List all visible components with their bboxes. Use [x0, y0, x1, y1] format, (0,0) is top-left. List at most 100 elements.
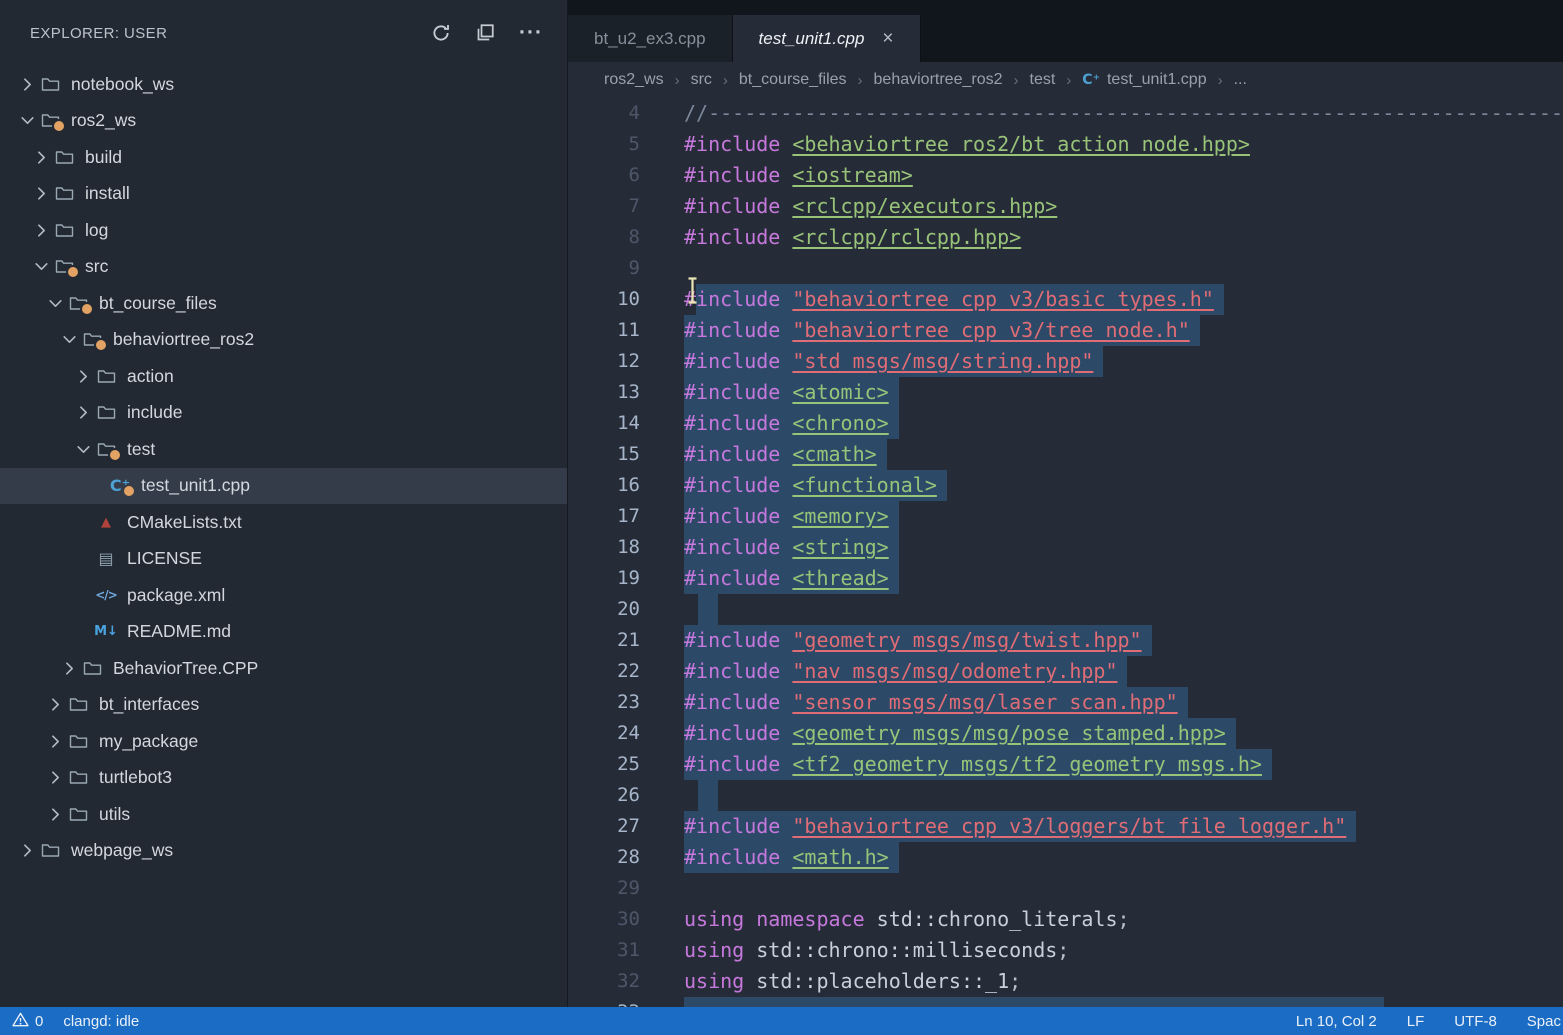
tab-test_unit1.cpp[interactable]: test_unit1.cpp×: [733, 15, 921, 62]
code-line-7[interactable]: 7#include <rclcpp/executors.hpp>: [568, 191, 1563, 222]
code-line-32[interactable]: 32using std::placeholders::_1;: [568, 966, 1563, 997]
chevron-right-icon[interactable]: [30, 149, 52, 166]
code-line-30[interactable]: 30using namespace std::chrono_literals;: [568, 904, 1563, 935]
code-line-10[interactable]: 10#include "behaviortree_cpp_v3/basic_ty…: [568, 284, 1563, 315]
line-number[interactable]: 28: [568, 842, 640, 873]
line-number[interactable]: 23: [568, 687, 640, 718]
chevron-right-icon[interactable]: [72, 368, 94, 385]
line-number[interactable]: 18: [568, 532, 640, 563]
line-number[interactable]: 17: [568, 501, 640, 532]
tree-item-CMakeLists.txt[interactable]: ▲CMakeLists.txt: [0, 504, 567, 541]
chevron-down-icon[interactable]: [16, 112, 38, 129]
chevron-right-icon[interactable]: [30, 185, 52, 202]
breadcrumb-item-behaviortree_ros2[interactable]: behaviortree_ros2: [874, 71, 1003, 89]
tree-item-test[interactable]: test: [0, 431, 567, 468]
tree-item-test_unit1.cpp[interactable]: C⁺test_unit1.cpp: [0, 468, 567, 505]
line-number[interactable]: 20: [568, 594, 640, 625]
code-line-15[interactable]: 15#include <cmath>: [568, 439, 1563, 470]
line-number[interactable]: 29: [568, 873, 640, 904]
code-line-13[interactable]: 13#include <atomic>: [568, 377, 1563, 408]
line-number[interactable]: 33: [568, 997, 640, 1007]
line-number[interactable]: 16: [568, 470, 640, 501]
tree-item-webpage_ws[interactable]: webpage_ws: [0, 833, 567, 870]
code-line-16[interactable]: 16#include <functional>: [568, 470, 1563, 501]
code-line-31[interactable]: 31using std::chrono::milliseconds;: [568, 935, 1563, 966]
code-line-33[interactable]: 33: [568, 997, 1563, 1007]
tree-item-turtlebot3[interactable]: turtlebot3: [0, 760, 567, 797]
chevron-right-icon[interactable]: [16, 76, 38, 93]
refresh-explorer-icon[interactable]: [431, 23, 451, 43]
tree-item-behaviortree_ros2[interactable]: behaviortree_ros2: [0, 322, 567, 359]
line-number[interactable]: 11: [568, 315, 640, 346]
code-line-24[interactable]: 24#include <geometry_msgs/msg/pose_stamp…: [568, 718, 1563, 749]
chevron-down-icon[interactable]: [58, 331, 80, 348]
code-line-29[interactable]: 29: [568, 873, 1563, 904]
code-line-6[interactable]: 6#include <iostream>: [568, 160, 1563, 191]
problems-indicator[interactable]: 0: [12, 1011, 43, 1032]
tree-item-install[interactable]: install: [0, 176, 567, 213]
line-number[interactable]: 32: [568, 966, 640, 997]
line-number[interactable]: 26: [568, 780, 640, 811]
chevron-right-icon[interactable]: [44, 696, 66, 713]
breadcrumb-item-test_unit1.cpp[interactable]: C⁺test_unit1.cpp: [1082, 71, 1206, 89]
tree-item-README.md[interactable]: M↓README.md: [0, 614, 567, 651]
code-line-8[interactable]: 8#include <rclcpp/rclcpp.hpp>: [568, 222, 1563, 253]
tree-item-ros2_ws[interactable]: ros2_ws: [0, 103, 567, 140]
tree-item-build[interactable]: build: [0, 139, 567, 176]
line-number[interactable]: 4: [568, 98, 640, 129]
chevron-right-icon[interactable]: [44, 769, 66, 786]
line-number[interactable]: 15: [568, 439, 640, 470]
line-number[interactable]: 10: [568, 284, 640, 315]
code-line-4[interactable]: 4//-------------------------------------…: [568, 98, 1563, 129]
code-line-23[interactable]: 23#include "sensor_msgs/msg/laser_scan.h…: [568, 687, 1563, 718]
code-line-21[interactable]: 21#include "geometry_msgs/msg/twist.hpp": [568, 625, 1563, 656]
chevron-right-icon[interactable]: [58, 660, 80, 677]
chevron-right-icon[interactable]: [72, 404, 94, 421]
close-tab-icon[interactable]: ×: [882, 29, 893, 48]
line-number[interactable]: 30: [568, 904, 640, 935]
chevron-down-icon[interactable]: [30, 258, 52, 275]
line-number[interactable]: 27: [568, 811, 640, 842]
indent-indicator[interactable]: Spac: [1527, 1013, 1561, 1030]
line-number[interactable]: 8: [568, 222, 640, 253]
tree-item-notebook_ws[interactable]: notebook_ws: [0, 66, 567, 103]
tree-item-LICENSE[interactable]: ▤LICENSE: [0, 541, 567, 578]
chevron-down-icon[interactable]: [72, 441, 94, 458]
code-line-27[interactable]: 27#include "behaviortree_cpp_v3/loggers/…: [568, 811, 1563, 842]
line-number[interactable]: 7: [568, 191, 640, 222]
line-number[interactable]: 19: [568, 563, 640, 594]
breadcrumb-item-src[interactable]: src: [691, 71, 712, 89]
line-number[interactable]: 22: [568, 656, 640, 687]
chevron-right-icon[interactable]: [44, 733, 66, 750]
encoding-indicator[interactable]: UTF-8: [1454, 1013, 1497, 1030]
code-line-22[interactable]: 22#include "nav_msgs/msg/odometry.hpp": [568, 656, 1563, 687]
cursor-position[interactable]: Ln 10, Col 2: [1296, 1013, 1377, 1030]
code-editor[interactable]: 4//-------------------------------------…: [568, 98, 1563, 1007]
line-number[interactable]: 9: [568, 253, 640, 284]
tree-item-utils[interactable]: utils: [0, 796, 567, 833]
chevron-right-icon[interactable]: [16, 842, 38, 859]
code-line-20[interactable]: 20: [568, 594, 1563, 625]
tree-item-BehaviorTree.CPP[interactable]: BehaviorTree.CPP: [0, 650, 567, 687]
breadcrumb-item-...[interactable]: ...: [1234, 71, 1247, 89]
breadcrumb-item-bt_course_files[interactable]: bt_course_files: [739, 71, 847, 89]
code-line-18[interactable]: 18#include <string>: [568, 532, 1563, 563]
tab-bt_u2_ex3.cpp[interactable]: bt_u2_ex3.cpp: [568, 15, 733, 62]
code-line-28[interactable]: 28#include <math.h>: [568, 842, 1563, 873]
clangd-status[interactable]: clangd: idle: [63, 1013, 139, 1030]
line-number[interactable]: 5: [568, 129, 640, 160]
tree-item-package.xml[interactable]: </>package.xml: [0, 577, 567, 614]
tree-item-log[interactable]: log: [0, 212, 567, 249]
chevron-right-icon[interactable]: [30, 222, 52, 239]
tree-item-bt_interfaces[interactable]: bt_interfaces: [0, 687, 567, 724]
line-number[interactable]: 14: [568, 408, 640, 439]
line-number[interactable]: 31: [568, 935, 640, 966]
code-line-17[interactable]: 17#include <memory>: [568, 501, 1563, 532]
tree-item-include[interactable]: include: [0, 395, 567, 432]
code-line-11[interactable]: 11#include "behaviortree_cpp_v3/tree_nod…: [568, 315, 1563, 346]
code-line-25[interactable]: 25#include <tf2_geometry_msgs/tf2_geomet…: [568, 749, 1563, 780]
line-number[interactable]: 24: [568, 718, 640, 749]
line-number[interactable]: 21: [568, 625, 640, 656]
line-number[interactable]: 13: [568, 377, 640, 408]
line-number[interactable]: 6: [568, 160, 640, 191]
